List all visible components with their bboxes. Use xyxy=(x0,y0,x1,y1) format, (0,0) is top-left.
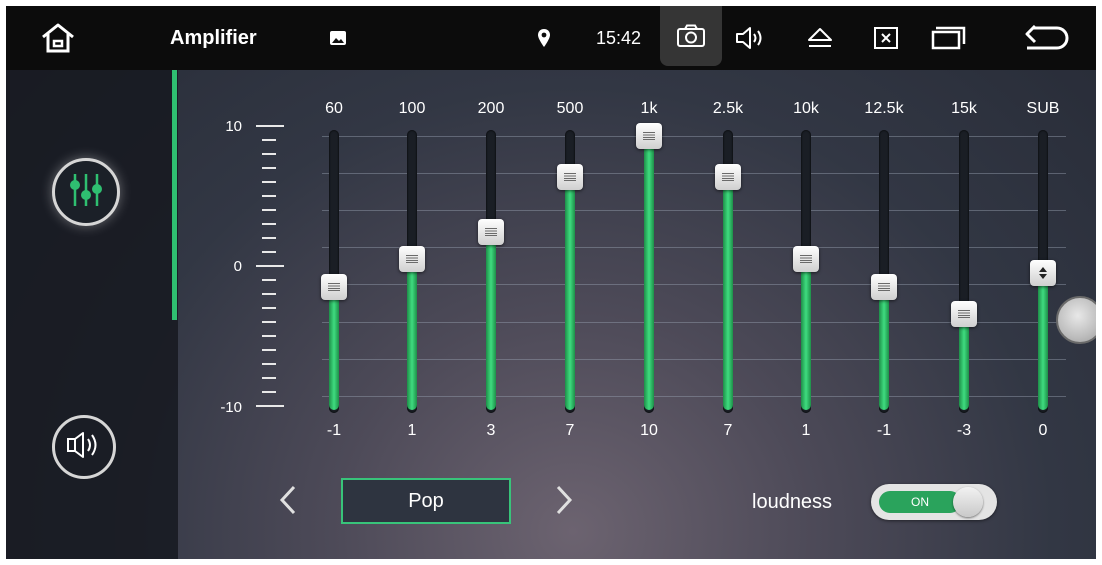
band-gain-value: 0 xyxy=(1038,422,1048,439)
band-slider-fill xyxy=(565,177,575,410)
band-gain-value: 1 xyxy=(407,422,417,439)
assistive-touch-button[interactable] xyxy=(1056,296,1096,344)
scale-ticks xyxy=(256,125,284,407)
grip-lines-icon xyxy=(564,173,576,182)
close-box-icon[interactable] xyxy=(864,6,908,70)
band-slider-fill xyxy=(959,314,969,410)
chevron-left-icon xyxy=(278,484,298,521)
grid-line xyxy=(322,173,1066,174)
band-gain-value: 3 xyxy=(486,422,496,439)
band-slider-fill xyxy=(801,259,811,410)
volume-icon[interactable] xyxy=(728,6,772,70)
band-slider-knob[interactable] xyxy=(871,273,897,300)
loudness-label: loudness xyxy=(752,491,833,513)
grip-lines-icon xyxy=(328,282,340,291)
back-icon[interactable] xyxy=(1016,6,1076,70)
preset-next-button[interactable] xyxy=(544,480,584,524)
camera-icon[interactable] xyxy=(660,6,722,66)
chevron-right-icon xyxy=(554,484,574,521)
band-gain-value: 1 xyxy=(801,422,811,439)
sidebar-item-sound[interactable] xyxy=(52,415,116,479)
preset-selector[interactable]: Pop xyxy=(341,478,511,524)
grid-line xyxy=(322,359,1066,360)
up-down-arrows-icon xyxy=(1039,267,1047,279)
band-frequency-label: 15k xyxy=(951,100,977,117)
grip-lines-icon xyxy=(878,282,890,291)
grid-line xyxy=(322,136,1066,137)
band-gain-value: -1 xyxy=(326,422,342,439)
band-frequency-label: 1k xyxy=(640,100,658,117)
band-frequency-label: 10k xyxy=(793,100,819,117)
grip-lines-icon xyxy=(958,310,970,319)
toggle-state-label: ON xyxy=(911,495,929,509)
band-slider-knob[interactable] xyxy=(793,246,819,273)
band-frequency-label: SUB xyxy=(1026,100,1060,117)
recent-apps-icon[interactable] xyxy=(924,6,974,70)
image-icon xyxy=(326,6,350,70)
band-slider-knob[interactable] xyxy=(951,301,977,328)
app-title: Amplifier xyxy=(170,26,257,49)
scale-label-top: 10 xyxy=(225,118,242,135)
sidebar xyxy=(6,70,178,559)
band-slider-knob[interactable] xyxy=(557,164,583,191)
band-slider-knob[interactable] xyxy=(1030,260,1056,286)
band-frequency-label: 100 xyxy=(398,100,426,117)
grip-lines-icon xyxy=(643,132,655,140)
grid-line xyxy=(322,396,1066,397)
band-slider-fill xyxy=(644,136,654,410)
toggle-track: ON xyxy=(879,491,961,513)
status-bar: Amplifier 15:42 xyxy=(6,6,1096,70)
grid-line xyxy=(322,247,1066,248)
band-frequency-label: 500 xyxy=(556,100,584,117)
band-gain-value: 7 xyxy=(565,422,575,439)
amplifier-screen: Amplifier 15:42 10 0 -10 60 -1 100 1 200… xyxy=(6,6,1096,559)
clock: 15:42 xyxy=(596,27,642,48)
grip-lines-icon xyxy=(406,255,418,264)
eject-icon[interactable] xyxy=(798,6,842,70)
band-frequency-label: 200 xyxy=(477,100,505,117)
grip-lines-icon xyxy=(722,173,734,182)
band-slider-fill xyxy=(1038,273,1048,410)
equalizer-icon xyxy=(66,170,106,215)
band-slider-knob[interactable] xyxy=(478,218,504,245)
band-slider-fill xyxy=(407,259,417,410)
loudness-toggle[interactable]: ON xyxy=(871,484,997,520)
preset-prev-button[interactable] xyxy=(268,480,308,524)
band-slider-knob[interactable] xyxy=(399,246,425,273)
band-slider-knob[interactable] xyxy=(636,123,662,149)
grip-lines-icon xyxy=(485,227,497,236)
band-slider-fill xyxy=(486,231,496,410)
band-slider-fill xyxy=(723,177,733,410)
sidebar-item-equalizer[interactable] xyxy=(52,158,120,226)
band-gain-value: 7 xyxy=(723,422,733,439)
band-gain-value: -1 xyxy=(876,422,892,439)
preset-label: Pop xyxy=(408,489,444,512)
sidebar-active-indicator xyxy=(172,70,177,320)
grid-line xyxy=(322,284,1066,285)
band-frequency-label: 12.5k xyxy=(864,100,904,117)
band-slider-fill xyxy=(329,286,339,410)
band-frequency-label: 60 xyxy=(325,100,343,117)
band-gain-value: -3 xyxy=(956,422,972,439)
scale-label-bottom: -10 xyxy=(220,399,242,416)
band-gain-value: 10 xyxy=(640,422,658,439)
home-icon[interactable] xyxy=(36,6,80,70)
grip-lines-icon xyxy=(800,255,812,264)
scale-label-mid: 0 xyxy=(233,258,242,275)
location-pin-icon xyxy=(532,6,556,70)
band-slider-fill xyxy=(879,286,889,410)
band-slider-knob[interactable] xyxy=(321,273,347,300)
toggle-thumb xyxy=(953,487,983,517)
band-slider-knob[interactable] xyxy=(715,164,741,191)
band-frequency-label: 2.5k xyxy=(712,100,744,117)
speaker-icon xyxy=(64,430,104,465)
grid-line xyxy=(322,210,1066,211)
